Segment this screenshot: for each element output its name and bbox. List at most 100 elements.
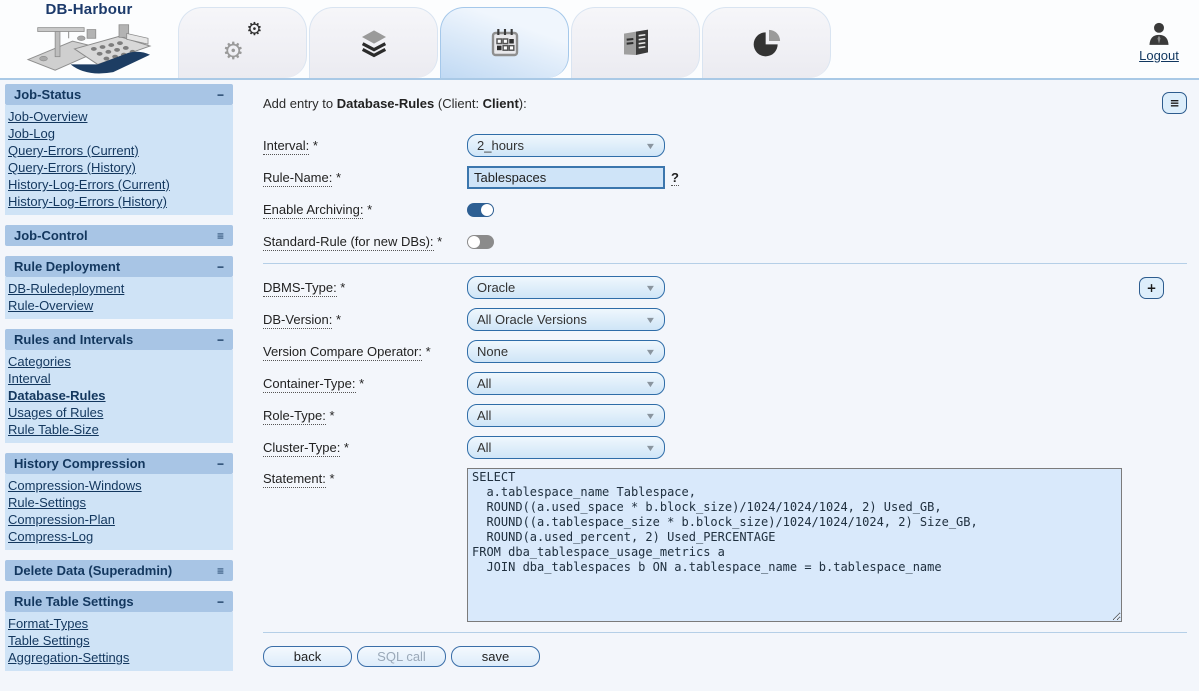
form-row-db-version: DB-Version: *All Oracle Versions▼ xyxy=(263,308,1187,331)
cluster-type-select[interactable]: All▼ xyxy=(467,436,665,459)
sidebar-section-title: Job-Status xyxy=(14,87,81,102)
sidebar-item-query-errors-history-[interactable]: Query-Errors (History) xyxy=(7,159,229,176)
ship-logo-icon xyxy=(25,17,153,77)
menu-button[interactable]: ≡ xyxy=(1162,92,1187,114)
sidebar-section-links: CategoriesIntervalDatabase-RulesUsages o… xyxy=(5,350,233,443)
expand-icon[interactable]: ≡ xyxy=(217,230,224,242)
add-rule-button[interactable]: + xyxy=(1139,277,1164,299)
form-row-statement: Statement: * xyxy=(263,468,1187,622)
form-row-container-type: Container-Type: *All▼ xyxy=(263,372,1187,395)
sidebar-item-interval[interactable]: Interval xyxy=(7,370,229,387)
required-asterisk: * xyxy=(422,344,431,359)
save-button[interactable]: save xyxy=(451,646,540,667)
sidebar-section-title: Rule Deployment xyxy=(14,259,120,274)
form-row-standard-rule: Standard-Rule (for new DBs): * xyxy=(263,230,1187,253)
role-type-select-value: All xyxy=(477,408,491,423)
enable-archiving-toggle[interactable] xyxy=(467,203,494,217)
form-actions: backSQL callsave xyxy=(263,646,1187,667)
sidebar-section-header[interactable]: Job-Status − xyxy=(5,84,233,105)
report-icon xyxy=(620,27,652,59)
form-group-rule-wrap: DBMS-Type: *Oracle▼DB-Version: *All Orac… xyxy=(263,276,1187,622)
rule-name-help-link[interactable]: ? xyxy=(671,170,679,186)
sidebar-item-compress-log[interactable]: Compress-Log xyxy=(7,528,229,545)
sidebar-item-aggregation-settings[interactable]: Aggregation-Settings xyxy=(7,649,229,666)
field-label-interval: Interval: * xyxy=(263,138,467,153)
sidebar-item-compression-windows[interactable]: Compression-Windows xyxy=(7,477,229,494)
main-content: Add entry to Database-Rules (Client: Cli… xyxy=(233,80,1199,689)
field-label-statement: Statement: * xyxy=(263,468,467,486)
sidebar-item-table-settings[interactable]: Table Settings xyxy=(7,632,229,649)
required-asterisk: * xyxy=(363,202,372,217)
sidebar-section-header[interactable]: Job-Control≡ xyxy=(5,225,233,246)
interval-select[interactable]: 2_hours ▼ xyxy=(467,134,665,157)
sidebar-item-job-log[interactable]: Job-Log xyxy=(7,125,229,142)
collapse-icon[interactable]: − xyxy=(217,458,224,470)
logout-area: Logout xyxy=(1119,0,1199,78)
logout-link[interactable]: Logout xyxy=(1139,48,1179,63)
sql-call-button[interactable]: SQL call xyxy=(357,646,446,667)
brand-title: DB-Harbour xyxy=(0,2,178,17)
sidebar-section-header[interactable]: Rule Table Settings− xyxy=(5,591,233,612)
calendar-icon xyxy=(489,27,521,59)
sidebar: Job-Status−Job-OverviewJob-LogQuery-Erro… xyxy=(5,84,233,689)
rule-name-input[interactable] xyxy=(467,166,665,189)
sidebar-section-header[interactable]: Delete Data (Superadmin)≡ xyxy=(5,560,233,581)
tab-statistics[interactable] xyxy=(702,7,831,78)
required-asterisk: * xyxy=(332,170,341,185)
collapse-icon[interactable]: − xyxy=(217,596,224,608)
sidebar-section: Job-Control≡ xyxy=(5,225,233,246)
toggle-knob xyxy=(468,236,480,248)
sidebar-section-header[interactable]: History Compression− xyxy=(5,453,233,474)
sidebar-item-history-log-errors-current-[interactable]: History-Log-Errors (Current) xyxy=(7,176,229,193)
statement-textarea[interactable] xyxy=(467,468,1122,622)
expand-icon[interactable]: ≡ xyxy=(217,565,224,577)
dbms-type-select[interactable]: Oracle▼ xyxy=(467,276,665,299)
sidebar-section-links: Job-OverviewJob-LogQuery-Errors (Current… xyxy=(5,105,233,215)
app-logo: DB-Harbour xyxy=(0,0,178,78)
tab-settings[interactable]: ⚙⚙ xyxy=(178,7,307,78)
sidebar-item-rule-settings[interactable]: Rule-Settings xyxy=(7,494,229,511)
sidebar-item-categories[interactable]: Categories xyxy=(7,353,229,370)
sidebar-section: Delete Data (Superadmin)≡ xyxy=(5,560,233,581)
sidebar-item-rule-overview[interactable]: Rule-Overview xyxy=(7,297,229,314)
layers-icon xyxy=(358,27,390,59)
sidebar-item-database-rules[interactable]: Database-Rules xyxy=(7,387,229,404)
collapse-icon[interactable]: − xyxy=(217,334,224,346)
version-compare-operator-select[interactable]: None▼ xyxy=(467,340,665,363)
container-type-select[interactable]: All▼ xyxy=(467,372,665,395)
dropdown-arrow-icon: ▼ xyxy=(645,141,657,151)
role-type-select[interactable]: All▼ xyxy=(467,404,665,427)
db-version-select[interactable]: All Oracle Versions▼ xyxy=(467,308,665,331)
standard-rule-toggle[interactable] xyxy=(467,235,494,249)
field-label-db-version: DB-Version: * xyxy=(263,312,467,327)
sidebar-item-rule-table-size[interactable]: Rule Table-Size xyxy=(7,421,229,438)
required-asterisk: * xyxy=(340,440,349,455)
sidebar-section-header[interactable]: Rules and Intervals− xyxy=(5,329,233,350)
dropdown-arrow-icon: ▼ xyxy=(645,379,657,389)
sidebar-section: Rule Table Settings− Format-TypesTable Se… xyxy=(5,591,233,671)
tab-scheduler[interactable] xyxy=(440,7,569,78)
cluster-type-select-value: All xyxy=(477,440,491,455)
dropdown-arrow-icon: ▼ xyxy=(645,283,657,293)
tab-reports[interactable] xyxy=(571,7,700,78)
collapse-icon[interactable]: − xyxy=(217,261,224,273)
sidebar-item-compression-plan[interactable]: Compression-Plan xyxy=(7,511,229,528)
section-divider xyxy=(263,263,1187,264)
form-group-rule: DBMS-Type: *Oracle▼DB-Version: *All Orac… xyxy=(263,276,1187,622)
sidebar-item-usages-of-rules[interactable]: Usages of Rules xyxy=(7,404,229,421)
required-asterisk: * xyxy=(434,234,443,249)
user-icon xyxy=(1146,21,1172,47)
sidebar-section-header[interactable]: Rule Deployment − xyxy=(5,256,233,277)
collapse-icon[interactable]: − xyxy=(217,89,224,101)
interval-select-value: 2_hours xyxy=(477,138,524,153)
sidebar-item-history-log-errors-history-[interactable]: History-Log-Errors (History) xyxy=(7,193,229,210)
back-button[interactable]: back xyxy=(263,646,352,667)
field-label-rule-name: Rule-Name: * xyxy=(263,170,467,185)
sidebar-item-query-errors-current-[interactable]: Query-Errors (Current) xyxy=(7,142,229,159)
sidebar-item-format-types[interactable]: Format-Types xyxy=(7,615,229,632)
sidebar-item-db-ruledeployment[interactable]: DB-Ruledeployment xyxy=(7,280,229,297)
gears-icon: ⚙⚙ xyxy=(223,25,263,61)
tab-layers[interactable] xyxy=(309,7,438,78)
form-row-role-type: Role-Type: *All▼ xyxy=(263,404,1187,427)
sidebar-item-job-overview[interactable]: Job-Overview xyxy=(7,108,229,125)
